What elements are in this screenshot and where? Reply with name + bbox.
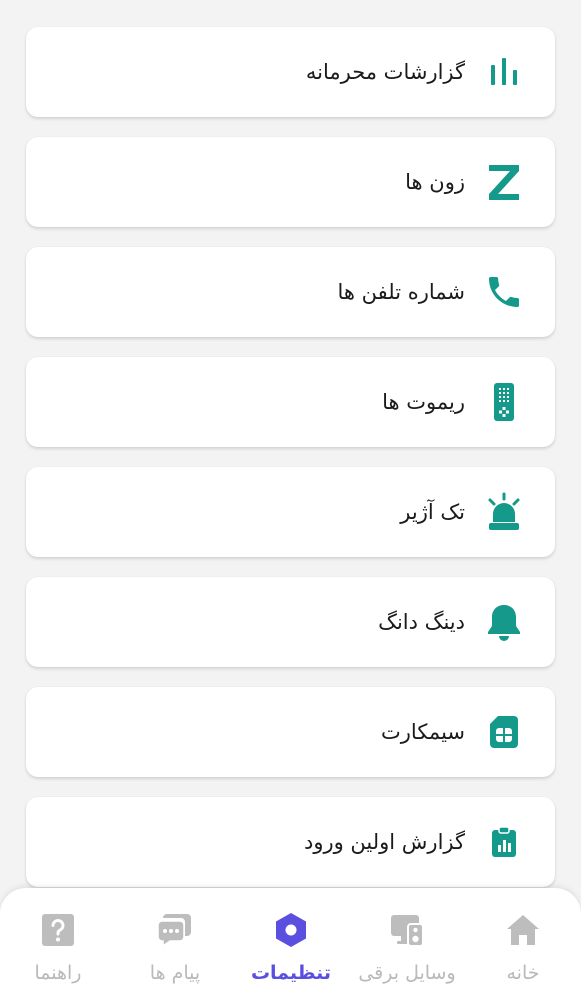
menu-item-phone-numbers[interactable]: شماره تلفن ها (26, 247, 555, 337)
nav-item-electrical-devices[interactable]: وسایل برقی (349, 888, 465, 1000)
sim-card-icon (481, 709, 527, 755)
menu-item-label: سیمکارت (381, 720, 465, 744)
menu-item-label: گزارش اولین ورود (303, 830, 465, 854)
home-icon (503, 910, 543, 950)
menu-item-single-siren[interactable]: تک آژیر (26, 467, 555, 557)
help-icon (38, 910, 78, 950)
menu-item-remotes[interactable]: ریموت ها (26, 357, 555, 447)
menu-item-zones[interactable]: زون ها (26, 137, 555, 227)
zone-z-icon (481, 159, 527, 205)
menu-item-first-login-report[interactable]: گزارش اولین ورود (26, 797, 555, 887)
messages-icon (155, 910, 195, 950)
settings-hexagon-icon (271, 910, 311, 950)
menu-item-label: شماره تلفن ها (337, 280, 465, 304)
remote-icon (481, 379, 527, 425)
nav-item-messages[interactable]: پیام ها (117, 888, 233, 1000)
menu-item-label: ریموت ها (382, 390, 465, 414)
bottom-navigation-bar: خانه وسایل برقی تنظیمات پیام ها راهنما (0, 888, 581, 1000)
menu-item-sim-card[interactable]: سیمکارت (26, 687, 555, 777)
devices-icon (387, 910, 427, 950)
clipboard-report-icon (481, 819, 527, 865)
siren-icon (481, 489, 527, 535)
bar-chart-icon (481, 49, 527, 95)
menu-item-confidential-reports[interactable]: گزارشات محرمانه (26, 27, 555, 117)
nav-label: پیام ها (149, 962, 201, 984)
bell-icon (481, 599, 527, 645)
menu-item-label: دینگ دانگ (378, 610, 465, 634)
menu-item-label: تک آژیر (400, 500, 465, 524)
menu-item-ding-dong[interactable]: دینگ دانگ (26, 577, 555, 667)
settings-menu-list: گزارشات محرمانه زون ها شماره تلفن ها ریم… (0, 0, 581, 1000)
menu-item-label: زون ها (405, 170, 465, 194)
phone-icon (481, 269, 527, 315)
nav-label: وسایل برقی (358, 962, 456, 984)
nav-label: تنظیمات (250, 962, 332, 984)
nav-label: راهنما (34, 962, 82, 984)
nav-item-home[interactable]: خانه (465, 888, 581, 1000)
nav-item-help[interactable]: راهنما (0, 888, 116, 1000)
nav-label: خانه (506, 962, 540, 984)
menu-item-label: گزارشات محرمانه (305, 60, 465, 84)
nav-item-settings[interactable]: تنظیمات (233, 888, 349, 1000)
